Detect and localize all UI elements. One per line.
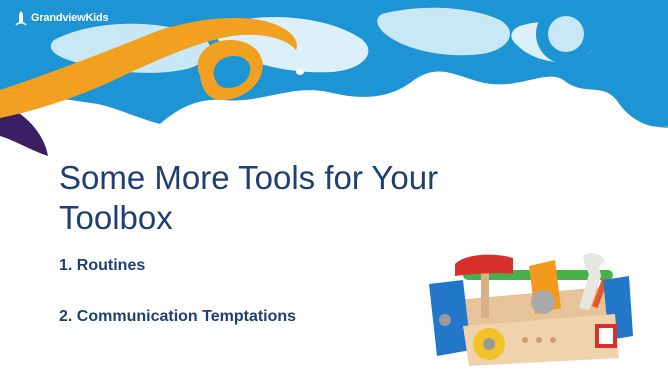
slide-title: Some More Tools for Your Toolbox [59,159,439,236]
bullet-routines: 1. Routines [59,257,146,274]
toy-toolbox-image [429,253,633,366]
logo-text: GrandviewKids [31,12,109,24]
grandview-kids-logo: GrandviewKids [14,10,109,26]
bullet-list: 1. Routines 2. Communication Temptations [59,256,296,358]
lighthouse-icon [15,11,27,26]
bullet-communication-temptations: 2. Communication Temptations [59,308,297,325]
slide: GrandviewKids Some More Tools for Your T… [0,0,668,380]
